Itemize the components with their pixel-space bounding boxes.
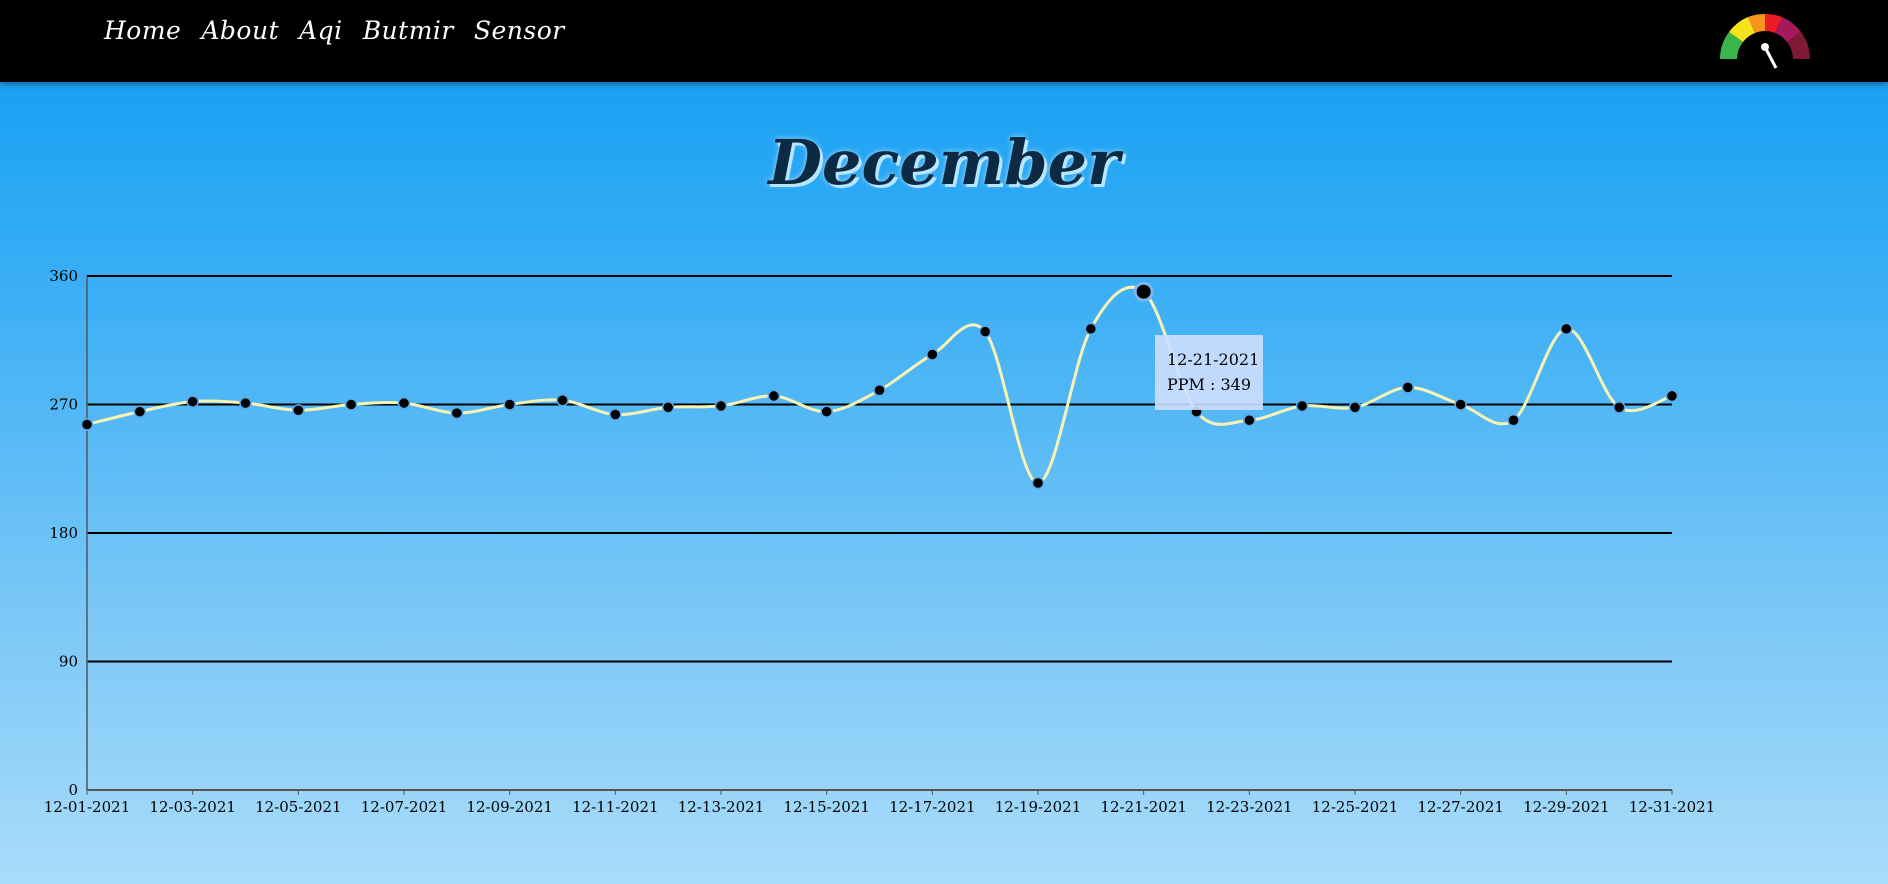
- data-point[interactable]: [1243, 413, 1256, 427]
- data-point[interactable]: [1454, 398, 1467, 411]
- y-axis: 0 90 180 270 360: [49, 267, 88, 799]
- line-chart: 0 90 180 270 360 12-01-2021 12-03-2021 12-05-2…: [44, 267, 1715, 816]
- data-point[interactable]: [1612, 401, 1626, 414]
- x-tick-label: 12-05-2021: [255, 798, 341, 816]
- y-tick-label: 360: [49, 267, 78, 285]
- x-tick-label: 12-11-2021: [572, 798, 658, 816]
- data-point[interactable]: [1084, 322, 1098, 336]
- y-tick-label: 0: [68, 781, 78, 799]
- x-tick-label: 12-21-2021: [1100, 798, 1186, 816]
- data-points: [80, 281, 1679, 490]
- data-point[interactable]: [344, 398, 358, 411]
- x-tick-label: 12-07-2021: [361, 798, 447, 816]
- data-point[interactable]: [450, 406, 464, 420]
- data-point[interactable]: [661, 401, 675, 414]
- data-point[interactable]: [1031, 476, 1045, 490]
- x-tick-label: 12-23-2021: [1206, 798, 1292, 816]
- x-tick-label: 12-25-2021: [1312, 798, 1398, 816]
- data-point[interactable]: [1401, 381, 1415, 394]
- x-tick-label: 12-17-2021: [889, 798, 975, 816]
- data-point[interactable]: [397, 396, 411, 410]
- data-point[interactable]: [186, 395, 199, 408]
- y-tick-label: 270: [49, 396, 78, 414]
- data-point[interactable]: [1560, 322, 1573, 336]
- data-point[interactable]: [1295, 399, 1309, 413]
- data-point[interactable]: [1665, 389, 1679, 403]
- x-tick-label: 12-03-2021: [149, 798, 235, 816]
- data-point[interactable]: [1348, 401, 1362, 414]
- data-point[interactable]: [767, 389, 781, 403]
- x-tick-label: 12-31-2021: [1629, 798, 1715, 816]
- tooltip: 12-21-2021 PPM : 349: [1155, 335, 1263, 410]
- data-point[interactable]: [503, 398, 516, 411]
- x-tick-label: 12-19-2021: [995, 798, 1081, 816]
- data-point[interactable]: [978, 325, 992, 338]
- x-tick-label: 12-01-2021: [44, 798, 130, 816]
- x-tick-label: 12-27-2021: [1417, 798, 1503, 816]
- data-point[interactable]: [926, 348, 939, 361]
- y-tick-label: 90: [59, 653, 78, 671]
- data-point[interactable]: [873, 383, 886, 397]
- data-point[interactable]: [1507, 413, 1520, 427]
- data-point[interactable]: [714, 399, 728, 413]
- chart-grid: [87, 275, 1672, 663]
- data-point[interactable]: [239, 396, 252, 410]
- x-tick-label: 12-15-2021: [783, 798, 869, 816]
- x-tick-label: 12-29-2021: [1523, 798, 1609, 816]
- data-point[interactable]: [556, 393, 569, 407]
- tooltip-date: 12-21-2021: [1167, 350, 1260, 369]
- y-tick-label: 180: [49, 524, 78, 542]
- data-point[interactable]: [820, 405, 833, 418]
- data-point[interactable]: [292, 403, 305, 417]
- data-point[interactable]: [133, 405, 147, 418]
- tooltip-value: PPM : 349: [1167, 375, 1252, 394]
- x-tick-label: 12-09-2021: [466, 798, 552, 816]
- highlight-point[interactable]: [1136, 284, 1151, 299]
- x-axis: 12-01-2021 12-03-2021 12-05-2021 12-07-2021…: [44, 789, 1715, 816]
- x-tick-label: 12-13-2021: [678, 798, 764, 816]
- data-point[interactable]: [80, 418, 94, 431]
- data-point[interactable]: [609, 408, 622, 421]
